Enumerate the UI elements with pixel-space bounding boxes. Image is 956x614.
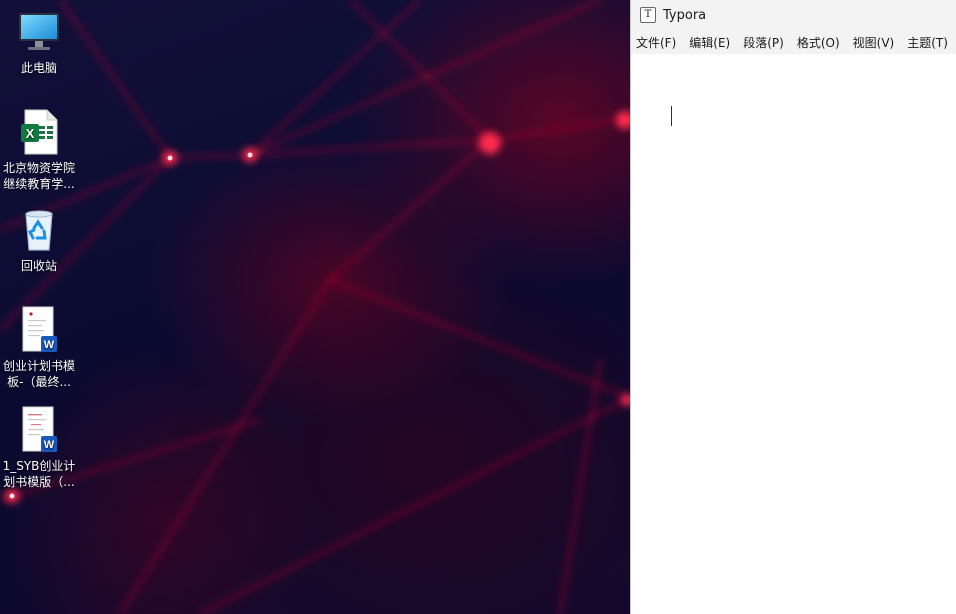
desktop-icon-word-file[interactable]: W 1_SYB创业计划书模版（... [0,406,78,490]
desktop-icon-label: 1_SYB创业计划书模版（... [2,459,76,489]
desktop-icon-excel-file[interactable]: X 北京物资学院继续教育学... [0,108,78,192]
svg-text:X: X [26,126,35,141]
editor-area[interactable] [631,54,956,614]
word-file-icon: W [15,406,63,454]
text-caret [671,106,672,126]
desktop-icon-word-file[interactable]: W 创业计划书模板-（最终... [0,306,78,390]
word-file-icon: W [15,306,63,354]
desktop-icon-this-pc[interactable]: 此电脑 [0,8,78,76]
window-title: Typora [663,7,707,23]
excel-file-icon: X [15,108,63,156]
svg-text:W: W [44,339,55,351]
svg-text:W: W [44,439,55,451]
menu-paragraph[interactable]: 段落(P) [743,34,784,51]
desktop-icon-label: 创业计划书模板-（最终... [2,359,75,389]
menu-bar: 文件(F) 编辑(E) 段落(P) 格式(O) 视图(V) 主题(T) 帮 [631,30,956,54]
menu-format[interactable]: 格式(O) [797,34,840,51]
desktop-icon-label: 回收站 [20,259,57,273]
menu-theme[interactable]: 主题(T) [907,34,948,51]
typora-app-icon: T [640,7,656,23]
menu-edit[interactable]: 编辑(E) [689,34,730,51]
typora-window[interactable]: T Typora 文件(F) 编辑(E) 段落(P) 格式(O) 视图(V) 主… [630,0,956,614]
desktop-icon-label: 北京物资学院继续教育学... [2,161,75,191]
desktop-icon-recycle-bin[interactable]: 回收站 [0,206,78,274]
monitor-icon [15,8,63,56]
menu-file[interactable]: 文件(F) [636,34,676,51]
desktop-icon-label: 此电脑 [20,61,57,75]
menu-view[interactable]: 视图(V) [853,34,895,51]
recycle-bin-icon [15,206,63,254]
title-bar[interactable]: T Typora [631,0,956,30]
